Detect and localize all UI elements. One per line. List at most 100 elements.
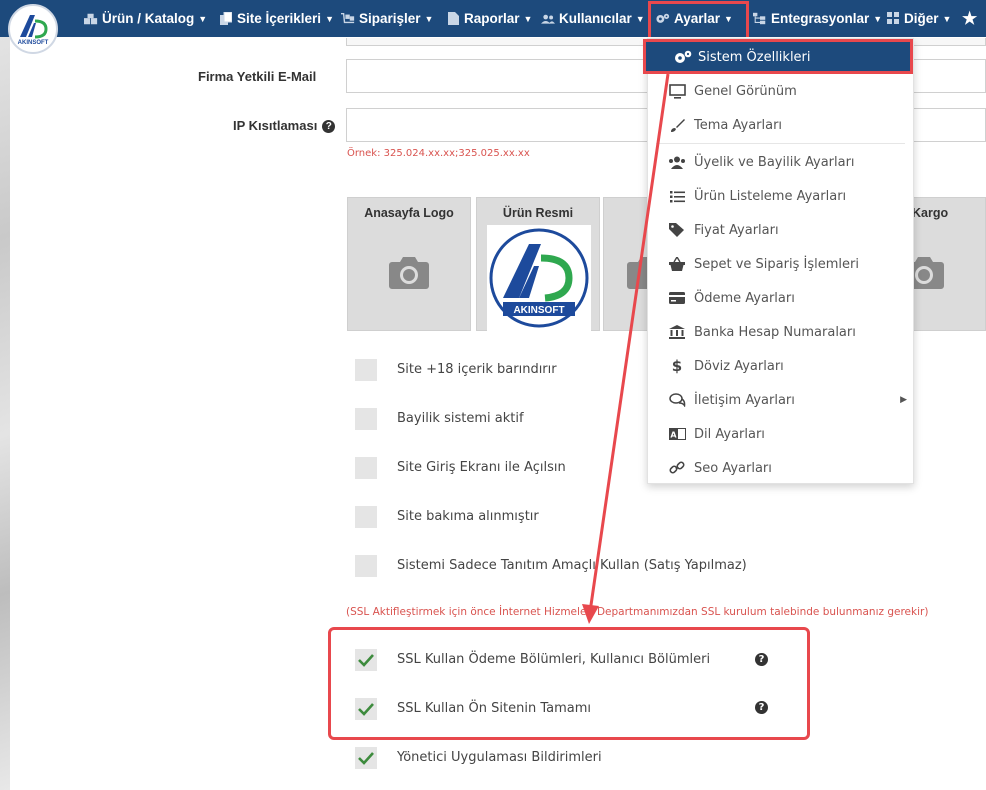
menu-label: Ürün Listeleme Ayarları	[694, 188, 847, 204]
akinsoft-logo[interactable]: AKINSOFT	[8, 4, 58, 54]
menu-label: Ödeme Ayarları	[694, 290, 795, 306]
demo-only-checkbox[interactable]	[355, 555, 377, 577]
nav-siparisler[interactable]: Siparişler ▼	[341, 0, 433, 37]
nav-label: Site İçerikleri	[237, 11, 322, 26]
nav-site-icerikleri[interactable]: Site İçerikleri ▼	[219, 0, 334, 37]
ssl-highlight-box	[328, 627, 810, 740]
menu-item-dil[interactable]: A Dil Ayarları	[648, 417, 913, 451]
product-image-preview: AKINSOFT	[487, 225, 591, 331]
menu-item-sepet[interactable]: Sepet ve Sipariş İşlemleri	[648, 247, 913, 281]
menu-item-seo[interactable]: Seo Ayarları	[648, 451, 913, 485]
check-label: SSL Kullan Ön Sitenin Tamamı	[397, 701, 592, 716]
ssl-full-site-checkbox[interactable]	[355, 698, 377, 720]
check-label: Yönetici Uygulaması Bildirimleri	[397, 750, 602, 765]
camera-icon	[389, 257, 429, 289]
nav-favorites[interactable]: ★	[962, 0, 977, 37]
help-icon[interactable]: ?	[322, 120, 336, 134]
users-icon	[668, 154, 686, 170]
check-label: Site bakıma alınmıştır	[397, 509, 539, 524]
nav-label: Diğer	[904, 11, 939, 26]
product-logo-text: AKINSOFT	[513, 305, 564, 316]
menu-item-urun-listeleme[interactable]: Ürün Listeleme Ayarları	[648, 179, 913, 213]
menu-item-doviz[interactable]: $ Döviz Ayarları	[648, 349, 913, 383]
admin-notifications-checkbox[interactable]	[355, 747, 377, 769]
bank-icon	[668, 324, 686, 340]
menu-item-sistem-ozellikleri[interactable]: Sistem Özellikleri	[643, 39, 913, 74]
nav-label: Raporlar	[464, 11, 520, 26]
check-row-ssl-payment: SSL Kullan Ödeme Bölümleri, Kullanıcı Bö…	[355, 649, 710, 671]
ip-hint: Örnek: 325.024.xx.xx;325.025.xx.xx	[347, 148, 530, 159]
logo-text: AKINSOFT	[17, 39, 49, 46]
logo-mark-icon	[20, 14, 48, 38]
maintenance-checkbox[interactable]	[355, 506, 377, 528]
image-title: Anasayfa Logo	[364, 206, 454, 220]
adult-content-checkbox[interactable]	[355, 359, 377, 381]
credit-card-icon	[668, 290, 686, 306]
menu-label: Üyelik ve Bayilik Ayarları	[694, 154, 855, 170]
link-icon	[668, 460, 686, 476]
nav-label: Kullanıcılar	[559, 11, 632, 26]
check-row-ssl-full: SSL Kullan Ön Sitenin Tamamı	[355, 698, 591, 720]
check-icon	[358, 752, 374, 765]
menu-item-iletisim[interactable]: İletişim Ayarları ▶	[648, 383, 913, 417]
copy-icon	[219, 12, 233, 25]
dollar-icon: $	[671, 357, 683, 375]
dolly-icon	[341, 12, 355, 25]
menu-item-tema-ayarlari[interactable]: Tema Ayarları	[648, 108, 913, 142]
check-row-demo-only: Sistemi Sadece Tanıtım Amaçlı Kullan (Sa…	[355, 555, 747, 577]
basket-icon	[668, 256, 686, 272]
akinsoft-product-logo-icon: AKINSOFT	[489, 228, 589, 328]
homepage-logo-upload[interactable]: Anasayfa Logo	[347, 197, 471, 331]
help-icon[interactable]: ?	[755, 653, 768, 666]
ip-label: IP Kısıtlaması?	[233, 118, 336, 134]
image-upload-3[interactable]	[603, 197, 650, 331]
list-icon	[668, 188, 686, 204]
menu-label: Banka Hesap Numaraları	[694, 324, 856, 340]
check-row-adult: Site +18 içerik barındırır	[355, 359, 557, 381]
menu-label: Sistem Özellikleri	[698, 50, 811, 65]
nav-label: Siparişler	[359, 11, 421, 26]
camera-icon	[909, 257, 944, 289]
nav-diger[interactable]: Diğer ▼	[886, 0, 951, 37]
ip-label-text: IP Kısıtlaması	[233, 118, 318, 133]
nav-urun-katalog[interactable]: Ürün / Katalog ▼	[84, 0, 207, 37]
gears-icon	[674, 50, 692, 68]
brush-icon	[668, 117, 686, 133]
nav-entegrasyonlar[interactable]: Entegrasyonlar ▼	[753, 0, 882, 37]
menu-item-fiyat[interactable]: Fiyat Ayarları	[648, 213, 913, 247]
cargo-image-upload[interactable]: Kargo	[905, 197, 986, 331]
ssl-note: (SSL Aktifleştirmek için önce İnternet H…	[346, 606, 929, 618]
menu-item-odeme[interactable]: Ödeme Ayarları	[648, 281, 913, 315]
tags-icon	[668, 222, 686, 238]
svg-text:A: A	[670, 431, 677, 440]
menu-label: Seo Ayarları	[694, 460, 772, 476]
check-icon	[358, 654, 374, 667]
menu-item-uyelik[interactable]: Üyelik ve Bayilik Ayarları	[648, 145, 913, 179]
top-navbar: Ürün / Katalog ▼ Site İçerikleri ▼ Sipariş…	[0, 0, 986, 37]
nav-raporlar[interactable]: Raporlar ▼	[446, 0, 532, 37]
nav-kullanicilar[interactable]: Kullanıcılar ▼	[541, 0, 645, 37]
file-icon	[446, 12, 460, 25]
submenu-arrow-icon: ▶	[900, 395, 907, 405]
check-label: Site Giriş Ekranı ile Açılsın	[397, 460, 566, 475]
monitor-icon	[668, 83, 686, 99]
email-label: Firma Yetkili E-Mail	[198, 69, 317, 84]
ayarlar-highlight-box	[648, 1, 749, 37]
nav-label: Entegrasyonlar	[771, 11, 870, 26]
menu-item-genel-gorunum[interactable]: Genel Görünüm	[648, 74, 913, 108]
menu-divider	[656, 143, 905, 144]
menu-item-banka[interactable]: Banka Hesap Numaraları	[648, 315, 913, 349]
check-icon	[358, 703, 374, 716]
dealer-system-checkbox[interactable]	[355, 408, 377, 430]
check-row-dealer: Bayilik sistemi aktif	[355, 408, 524, 430]
product-image-upload[interactable]: Ürün Resmi AKINSOFT	[476, 197, 600, 331]
login-screen-checkbox[interactable]	[355, 457, 377, 479]
image-title: Ürün Resmi	[502, 206, 574, 220]
help-icon[interactable]: ?	[755, 701, 768, 714]
menu-label: Fiyat Ayarları	[694, 222, 779, 238]
users-icon	[541, 13, 555, 25]
boxes-icon	[84, 13, 98, 25]
ssl-payment-checkbox[interactable]	[355, 649, 377, 671]
image-title: Kargo	[912, 206, 949, 220]
sitemap-icon	[753, 12, 767, 25]
